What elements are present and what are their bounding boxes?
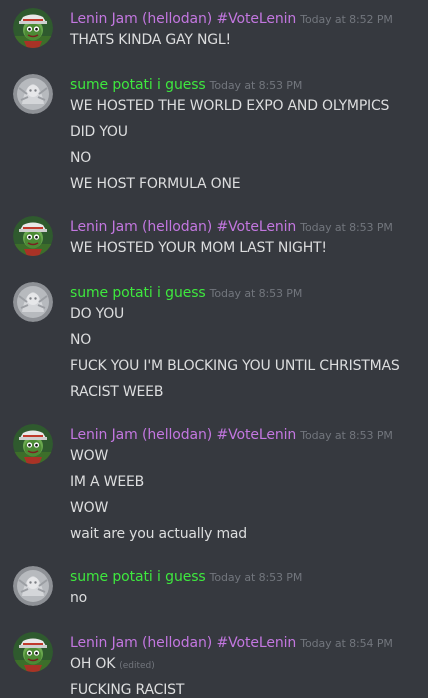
message-line: WOW <box>70 446 108 466</box>
username[interactable]: Lenin Jam (hellodan) #VoteLenin <box>70 11 296 27</box>
message-timestamp: Today at 8:53 PM <box>209 571 303 584</box>
username[interactable]: Lenin Jam (hellodan) #VoteLenin <box>70 427 296 443</box>
message-text: WOW <box>70 448 109 464</box>
message-line: WE HOSTED YOUR MOM LAST NIGHT! <box>70 238 327 258</box>
message-group: sume potati i guess Today at 8:53 PM DO YO… <box>0 282 428 408</box>
message-text: wait are you actually mad <box>70 526 247 542</box>
message-group: Lenin Jam (hellodan) #VoteLenin Today at … <box>0 632 428 698</box>
message-header: sume potati i guess Today at 8:53 PM <box>70 282 302 302</box>
message-timestamp: Today at 8:53 PM <box>209 79 303 92</box>
user-avatar[interactable] <box>13 8 53 48</box>
message-text: WE HOSTED YOUR MOM LAST NIGHT! <box>70 240 327 256</box>
user-avatar[interactable] <box>13 632 53 672</box>
user-avatar[interactable] <box>13 282 53 322</box>
message-line: NO <box>70 330 91 350</box>
username[interactable]: Lenin Jam (hellodan) #VoteLenin <box>70 635 296 651</box>
message-line: OH OK (edited) <box>70 654 155 676</box>
user-avatar[interactable] <box>13 216 53 256</box>
message-timestamp: Today at 8:52 PM <box>300 13 393 26</box>
message-timestamp: Today at 8:53 PM <box>300 429 393 442</box>
message-line: FUCK YOU I'M BLOCKING YOU UNTIL CHRISTMA… <box>70 356 400 376</box>
chat-messages: Lenin Jam (hellodan) #VoteLenin Today at … <box>0 0 428 698</box>
message-header: sume potati i guess Today at 8:53 PM <box>70 74 302 94</box>
message-line: RACIST WEEB <box>70 382 163 402</box>
message-timestamp: Today at 8:54 PM <box>300 637 393 650</box>
message-line: THATS KINDA GAY NGL! <box>70 30 231 50</box>
message-line: WE HOST FORMULA ONE <box>70 174 241 194</box>
message-group: Lenin Jam (hellodan) #VoteLenin Today at … <box>0 424 428 550</box>
edited-label: (edited) <box>119 661 155 671</box>
message-text: IM A WEEB <box>70 474 145 490</box>
message-group: sume potati i guess Today at 8:53 PM WE HO… <box>0 74 428 200</box>
user-avatar[interactable] <box>13 424 53 464</box>
message-header: sume potati i guess Today at 8:53 PM <box>70 566 302 586</box>
message-text: FUCK YOU I'M BLOCKING YOU UNTIL CHRISTMA… <box>70 358 400 374</box>
username[interactable]: sume potati i guess <box>70 77 206 93</box>
message-group: Lenin Jam (hellodan) #VoteLenin Today at … <box>0 8 428 56</box>
message-line: WOW <box>70 498 108 518</box>
message-timestamp: Today at 8:53 PM <box>209 287 303 300</box>
message-text: WE HOST FORMULA ONE <box>70 176 241 192</box>
message-line: IM A WEEB <box>70 472 144 492</box>
message-group: sume potati i guess Today at 8:53 PM no <box>0 566 428 614</box>
message-line: wait are you actually mad <box>70 524 247 544</box>
message-line: DO YOU <box>70 304 124 324</box>
message-header: Lenin Jam (hellodan) #VoteLenin Today at … <box>70 424 393 444</box>
message-text: OH OK <box>70 656 116 672</box>
message-text: THATS KINDA GAY NGL! <box>70 32 231 48</box>
message-header: Lenin Jam (hellodan) #VoteLenin Today at … <box>70 8 393 28</box>
message-text: RACIST WEEB <box>70 384 164 400</box>
user-avatar[interactable] <box>13 566 53 606</box>
message-text: DID YOU <box>70 124 128 140</box>
username[interactable]: sume potati i guess <box>70 569 206 585</box>
message-line: WE HOSTED THE WORLD EXPO AND OLYMPICS <box>70 96 389 116</box>
message-text: no <box>70 590 88 606</box>
message-line: NO <box>70 148 91 168</box>
user-avatar[interactable] <box>13 74 53 114</box>
message-text: WE HOSTED THE WORLD EXPO AND OLYMPICS <box>70 98 390 114</box>
message-header: Lenin Jam (hellodan) #VoteLenin Today at … <box>70 632 393 652</box>
username[interactable]: Lenin Jam (hellodan) #VoteLenin <box>70 219 296 235</box>
message-text: WOW <box>70 500 109 516</box>
message-line: no <box>70 588 87 608</box>
username[interactable]: sume potati i guess <box>70 285 206 301</box>
message-timestamp: Today at 8:53 PM <box>300 221 393 234</box>
message-line: DID YOU <box>70 122 128 142</box>
message-text: NO <box>70 150 92 166</box>
message-text: FUCKING RACIST <box>70 682 185 698</box>
message-text: DO YOU <box>70 306 125 322</box>
message-header: Lenin Jam (hellodan) #VoteLenin Today at … <box>70 216 393 236</box>
message-group: Lenin Jam (hellodan) #VoteLenin Today at … <box>0 216 428 264</box>
message-line: FUCKING RACIST <box>70 680 184 698</box>
message-text: NO <box>70 332 92 348</box>
